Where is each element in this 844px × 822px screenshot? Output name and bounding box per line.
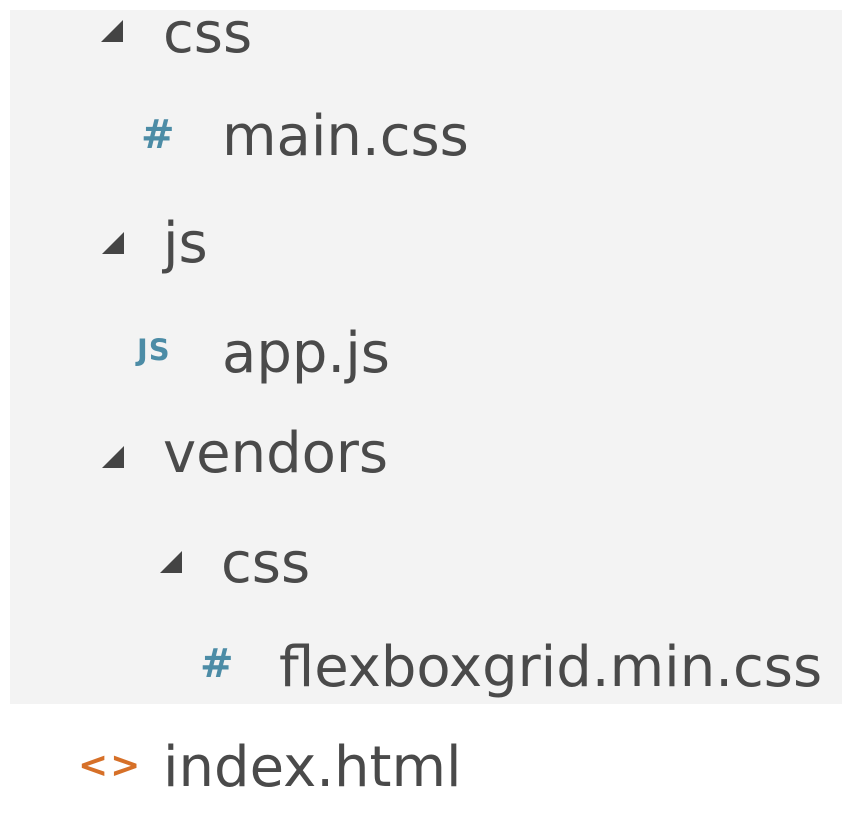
tree-item-file-flexboxgrid-min-css[interactable]: # flexboxgrid.min.css <box>0 620 844 726</box>
chevron-expanded-icon <box>101 20 123 42</box>
tree-item-label: vendors <box>163 421 389 486</box>
tree-item-label: css <box>163 1 253 66</box>
css-file-icon: # <box>200 641 234 687</box>
chevron-expanded-icon <box>160 551 182 573</box>
tree-item-label: flexboxgrid.min.css <box>279 635 823 700</box>
chevron-expanded-icon <box>102 446 124 468</box>
tree-item-label: index.html <box>163 735 462 800</box>
tree-item-label: main.css <box>222 104 469 169</box>
tree-item-folder-js[interactable]: js <box>0 196 844 302</box>
css-file-icon: # <box>141 112 175 158</box>
tree-item-file-main-css[interactable]: # main.css <box>0 90 844 196</box>
chevron-expanded-icon <box>102 232 124 254</box>
tree-item-file-index-html[interactable]: <> index.html <box>0 716 844 822</box>
tree-item-file-app-js[interactable]: JS app.js <box>0 302 844 408</box>
js-file-icon: JS <box>137 333 171 367</box>
tree-item-folder-vendors[interactable]: vendors <box>0 408 844 514</box>
tree-item-folder-vendors-css[interactable]: css <box>0 514 844 620</box>
tree-item-folder-css[interactable]: css <box>0 0 844 90</box>
html-file-icon: <> <box>78 745 143 786</box>
tree-item-label: app.js <box>222 321 390 386</box>
tree-item-label: js <box>163 211 208 276</box>
tree-item-label: css <box>221 531 311 596</box>
